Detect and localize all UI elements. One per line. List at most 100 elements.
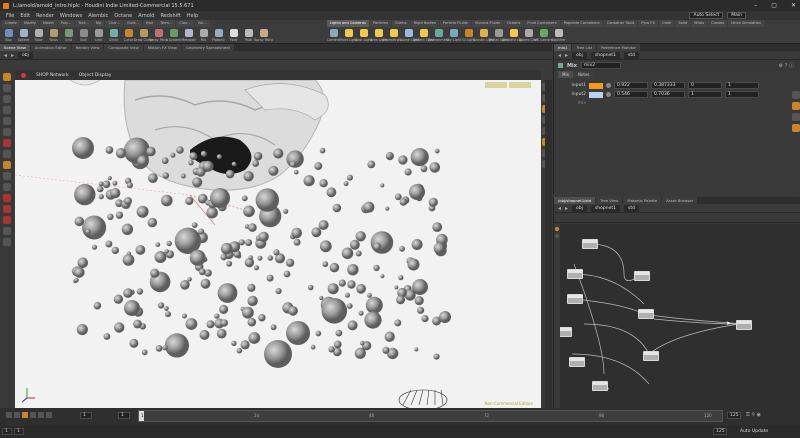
shelf-tool-spot-light[interactable]: Spot Light [355,28,372,44]
network-node-output[interactable] [736,320,752,330]
menu-windows[interactable]: Windows [60,13,82,19]
shelf-tab[interactable]: Grains [392,20,410,27]
start-range-field-2[interactable]: 1 [14,428,24,435]
path-shopnet[interactable]: shopnet1 [590,51,620,59]
desktop-dropdown[interactable]: Auto Select [689,12,724,19]
shelf-tool-draw-curve[interactable]: Draw Curve [134,28,153,44]
shelf-tool-spray-paint[interactable]: Spray Paint [149,28,168,44]
shelf-tool-spray-paint[interactable]: Spray Paint [254,28,273,44]
tab-geometry-spreadsheet[interactable]: Geometry Spreadsheet [181,44,234,51]
shelf-tool-file[interactable]: File [197,28,210,44]
tab-scene-view[interactable]: Scene View [0,44,30,51]
shelf-tool-camera[interactable]: Camera [327,28,340,44]
tab-tree-view[interactable]: Tree View [596,197,623,204]
network-node[interactable] [638,309,654,319]
network-node[interactable] [592,381,608,391]
shelf-tab[interactable]: Term... [157,20,176,27]
shelf-tab[interactable]: Fluid Containers [524,20,560,27]
step-forward-button[interactable] [38,412,44,418]
display-flag[interactable] [485,82,507,88]
back-arrow-icon[interactable]: ◂ [558,52,561,59]
stop-button[interactable] [22,412,28,418]
color-picker-icon[interactable] [606,83,611,88]
path-obj[interactable]: obj [572,204,587,212]
color-swatch[interactable] [589,82,603,89]
shelf-tool-sky-light[interactable]: Sky Light [446,28,461,44]
path-obj[interactable]: obj [572,51,587,59]
network-editor[interactable]: ➤ [554,224,800,408]
network-node[interactable] [582,239,598,249]
node-name-field[interactable]: mix2 [580,62,621,69]
end-frame-field[interactable]: 125 [727,412,741,419]
render-region-icon[interactable] [3,150,11,158]
shelf-tab[interactable]: Drive Simulation [728,20,765,27]
network-node[interactable] [567,269,583,279]
scale-tool-icon[interactable] [3,106,11,114]
shelf-tool-l-system[interactable]: L-System [166,28,181,44]
side-tool-icon[interactable] [792,124,800,132]
shelf-tool-environment[interactable]: Environment [428,28,449,44]
play-button[interactable] [30,412,36,418]
snap-tool-icon[interactable] [3,161,11,169]
param-value-r[interactable]: 0.546 [614,91,648,98]
shelf-tab[interactable]: Clou... [176,20,194,27]
menu-octane[interactable]: Octane [114,13,132,19]
shelf-tool-null[interactable]: Null [77,28,90,44]
forward-arrow-icon[interactable]: ▸ [565,205,568,212]
menu-file[interactable]: File [6,13,14,19]
menu-edit[interactable]: Edit [20,13,30,19]
shelf-tool-point-light[interactable]: Point Light [340,28,357,44]
tab-asset-browser[interactable]: Asset Browser [662,197,698,204]
shelf-tab[interactable]: Container Tools [603,20,638,27]
move-tool-icon[interactable] [3,84,11,92]
rotate-tool-icon[interactable] [3,95,11,103]
view-tool-icon[interactable] [3,139,11,147]
shelf-tab[interactable]: Model [39,20,57,27]
back-arrow-icon[interactable]: ◂ [558,205,561,212]
step-back-button[interactable] [14,412,20,418]
group-select-icon[interactable] [3,205,11,213]
shelf-tool-metaball[interactable]: Metaball [181,28,196,44]
magnet-tool-icon[interactable] [3,194,11,202]
forward-arrow-icon[interactable]: ▸ [565,52,568,59]
shelf-tool-caustic-light[interactable]: Caustic Light [473,28,494,44]
param-value-g[interactable]: 0.7036 [651,91,685,98]
display-flag[interactable] [509,82,531,88]
shelf-tool-tube[interactable]: Tube [32,28,45,44]
network-node[interactable] [643,351,659,361]
menu-render[interactable]: Render [36,13,54,19]
close-button[interactable]: ✕ [791,2,796,9]
menu-arnold[interactable]: Arnold [138,13,154,19]
param-value-g[interactable]: 0.387333 [651,82,685,89]
gear-icon[interactable]: ⚙ ? ⓘ [779,62,794,69]
wire-display-icon[interactable] [3,238,11,246]
workspace-dropdown[interactable]: Main [727,12,746,19]
brush-tool-icon[interactable] [3,172,11,180]
shelf-tab[interactable]: Oceans [504,20,524,27]
select-tool-icon[interactable] [3,73,11,81]
tab-mix-params[interactable]: Mix [558,71,573,78]
param-value-a[interactable]: 1 [725,82,759,89]
auto-update-dropdown[interactable]: Auto Update [740,429,768,434]
param-value-r[interactable]: 0.922 [614,82,648,89]
shelf-tab[interactable]: Particle Fluids [439,20,471,27]
pose-tool-icon[interactable] [3,128,11,136]
network-node[interactable] [567,294,583,304]
side-tool-icon[interactable] [792,91,800,99]
tab-motion-fx-view[interactable]: Motion FX View [143,44,181,51]
tab-reference-monitor[interactable]: Reference Monitor [597,44,640,51]
path-shopnet[interactable]: shopnet1 [590,204,620,212]
color-swatch[interactable] [589,91,603,98]
shelf-tab[interactable]: Modify [20,20,39,27]
shelf-tab[interactable]: Crowds [708,20,728,27]
shelf-tab[interactable]: Pyro FX [638,20,658,27]
shelf-tab[interactable]: Wires [691,20,708,27]
menu-alembic[interactable]: Alembic [88,13,108,19]
tab-mix[interactable]: mix1 [554,44,572,51]
shelf-tool-font[interactable]: Font [227,28,240,44]
shelf-tool-sphere[interactable]: Sphere [17,28,30,44]
shelf-tab[interactable]: Char... [105,20,124,27]
shelf-tab[interactable]: Vol... [194,20,210,27]
forward-arrow-icon[interactable]: ▸ [11,52,14,59]
shelf-tab[interactable]: Rig [92,20,105,27]
